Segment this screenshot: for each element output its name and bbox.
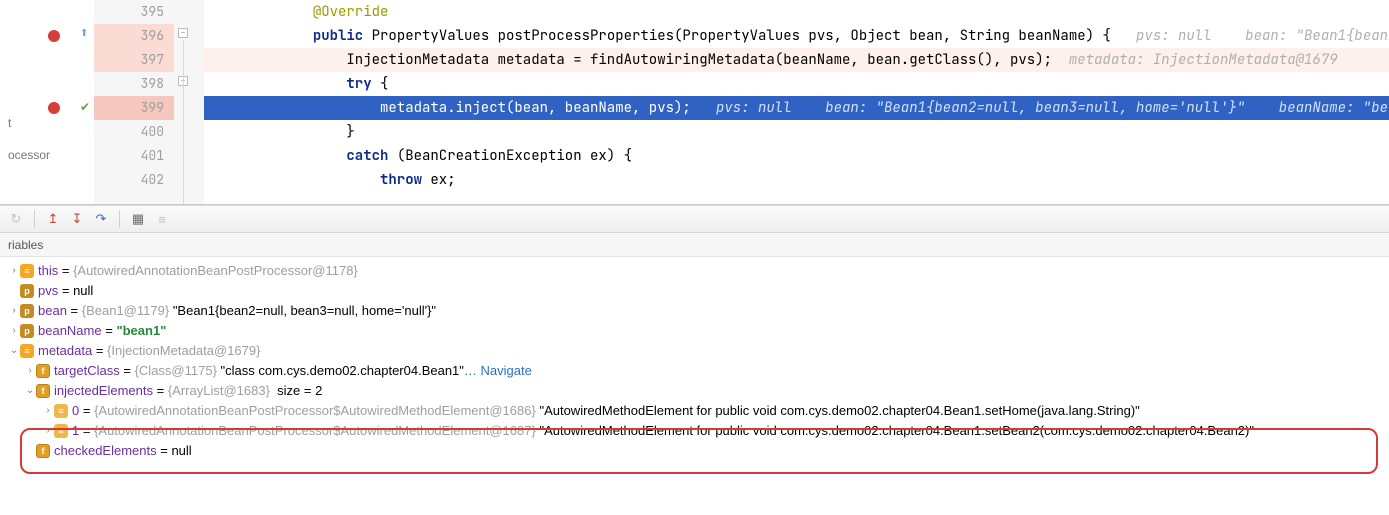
field-icon: f — [36, 364, 50, 378]
navigate-link[interactable]: … Navigate — [464, 361, 532, 381]
field-icon: f — [36, 384, 50, 398]
settings-icon[interactable]: ≡ — [152, 209, 172, 229]
breakpoint-active-icon[interactable] — [48, 102, 60, 114]
var-row-element-0[interactable]: › ≡ 0 = {AutowiredAnnotationBeanPostProc… — [0, 401, 1389, 421]
side-tab-truncated-1[interactable]: t — [8, 116, 11, 130]
code-line[interactable]: InjectionMetadata metadata = findAutowir… — [204, 48, 1389, 72]
expand-icon[interactable]: › — [8, 321, 20, 341]
line-number[interactable]: 398 — [94, 72, 174, 96]
code-line[interactable]: @Override — [204, 0, 1389, 24]
separator — [119, 210, 120, 228]
param-icon: p — [20, 304, 34, 318]
var-row-targetclass[interactable]: › f targetClass = {Class@1175} "class co… — [0, 361, 1389, 381]
line-number-gutter[interactable]: 395 396 397 398 399 400 401 402 — [94, 0, 174, 204]
separator — [34, 210, 35, 228]
code-editor[interactable]: t ocessor ⬆ ✔ 395 396 397 398 399 400 40… — [0, 0, 1389, 204]
breakpoint-icon[interactable] — [48, 30, 60, 42]
step-out-icon[interactable]: ↥ — [43, 209, 63, 229]
fold-handle-icon[interactable]: − — [178, 28, 188, 38]
var-row-metadata[interactable]: ⌄ ≡ metadata = {InjectionMetadata@1679} — [0, 341, 1389, 361]
inline-hint: pvs: null bean: "Bean1{bean2=null, — [1111, 27, 1389, 45]
line-number[interactable]: 400 — [94, 120, 174, 144]
expand-icon[interactable]: › — [8, 301, 20, 321]
step-over-icon[interactable]: ↷ — [91, 209, 111, 229]
code-line[interactable]: public PropertyValues postProcessPropert… — [204, 24, 1389, 48]
line-number[interactable]: 396 — [94, 24, 174, 48]
var-row-element-1[interactable]: › ≡ 1 = {AutowiredAnnotationBeanPostProc… — [0, 421, 1389, 441]
step-into-icon[interactable]: ↧ — [67, 209, 87, 229]
fold-gutter[interactable]: − − — [174, 0, 204, 204]
fold-guide — [183, 40, 184, 204]
var-row-beanname[interactable]: › p beanName = "bean1" — [0, 321, 1389, 341]
breakpoint-gutter[interactable]: ⬆ ✔ — [66, 0, 94, 204]
var-row-injectedelements[interactable]: ⌄ f injectedElements = {ArrayList@1683} … — [0, 381, 1389, 401]
element-icon: ≡ — [54, 424, 68, 438]
var-row-bean[interactable]: › p bean = {Bean1@1179} "Bean1{bean2=nul… — [0, 301, 1389, 321]
inline-hint: metadata: InjectionMetadata@1679 — [1052, 51, 1338, 69]
param-icon: p — [20, 324, 34, 338]
variables-tree[interactable]: › ≡ this = {AutowiredAnnotationBeanPostP… — [0, 257, 1389, 465]
class-icon: ≡ — [20, 264, 34, 278]
line-number[interactable]: 397 — [94, 48, 174, 72]
inline-hint: pvs: null bean: "Bean1{bean2=null, bean3… — [691, 99, 1389, 117]
variables-title: riables — [8, 238, 43, 252]
code-line[interactable]: } — [204, 120, 1389, 144]
code-line[interactable]: try { — [204, 72, 1389, 96]
side-tab-truncated-2[interactable]: ocessor — [8, 148, 50, 162]
check-icon: ✔ — [80, 100, 90, 114]
param-icon: p — [20, 284, 34, 298]
line-number[interactable]: 395 — [94, 0, 174, 24]
code-line-current[interactable]: metadata.inject(bean, beanName, pvs); pv… — [204, 96, 1389, 120]
view-as-grid-icon[interactable]: ▦ — [128, 209, 148, 229]
expand-icon[interactable]: › — [24, 361, 36, 381]
code-line[interactable]: throw ex; — [204, 168, 1389, 192]
expand-icon[interactable]: › — [42, 421, 54, 441]
line-number[interactable]: 399 — [94, 96, 174, 120]
element-icon: ≡ — [54, 404, 68, 418]
line-number[interactable]: 402 — [94, 168, 174, 192]
var-row-pvs[interactable]: p pvs = null — [0, 281, 1389, 301]
expand-icon[interactable]: › — [42, 401, 54, 421]
field-icon: f — [36, 444, 50, 458]
code-area[interactable]: @Override public PropertyValues postProc… — [204, 0, 1389, 204]
debug-toolbar: ↻ ↥ ↧ ↷ ▦ ≡ — [0, 205, 1389, 233]
var-row-checkedelements[interactable]: f checkedElements = null — [0, 441, 1389, 461]
collapse-icon[interactable]: ⌄ — [24, 381, 36, 401]
override-up-icon: ⬆ — [80, 28, 88, 39]
var-row-this[interactable]: › ≡ this = {AutowiredAnnotationBeanPostP… — [0, 261, 1389, 281]
restart-icon[interactable]: ↻ — [6, 209, 26, 229]
code-line[interactable]: catch (BeanCreationException ex) { — [204, 144, 1389, 168]
line-number[interactable]: 401 — [94, 144, 174, 168]
variables-header: riables — [0, 233, 1389, 257]
expand-icon[interactable]: › — [8, 261, 20, 281]
class-icon: ≡ — [20, 344, 34, 358]
collapse-icon[interactable]: ⌄ — [8, 341, 20, 361]
